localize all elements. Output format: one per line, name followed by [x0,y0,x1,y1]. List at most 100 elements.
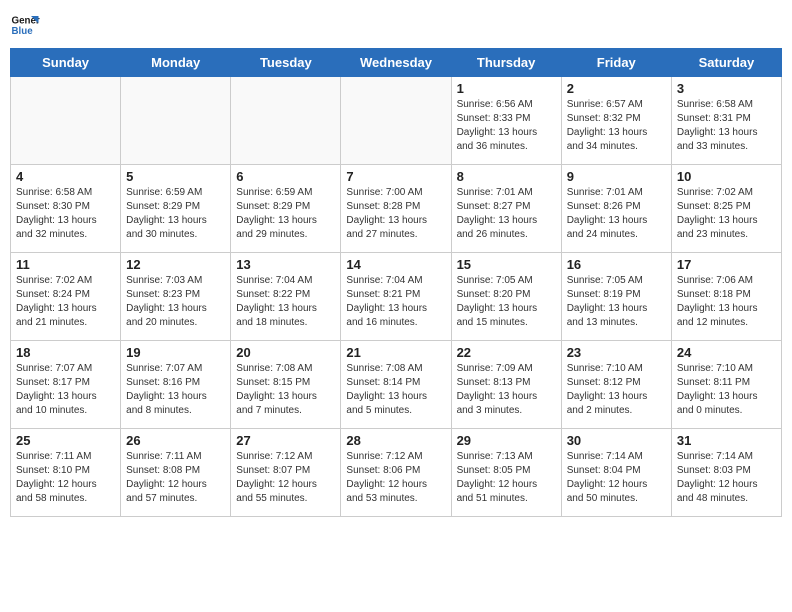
day-header-thursday: Thursday [451,49,561,77]
day-info: Sunrise: 6:57 AMSunset: 8:32 PMDaylight:… [567,98,666,154]
day-info: Sunrise: 7:07 AMSunset: 8:16 PMDaylight:… [126,362,225,418]
day-number: 9 [567,169,666,184]
day-number: 13 [236,257,335,272]
calendar-cell: 23 Sunrise: 7:10 AMSunset: 8:12 PMDayligh… [561,341,671,429]
day-info: Sunrise: 7:14 AMSunset: 8:03 PMDaylight:… [677,450,776,506]
calendar-cell: 9 Sunrise: 7:01 AMSunset: 8:26 PMDaylight… [561,165,671,253]
calendar-cell: 4 Sunrise: 6:58 AMSunset: 8:30 PMDaylight… [11,165,121,253]
day-info: Sunrise: 7:05 AMSunset: 8:20 PMDaylight:… [457,274,556,330]
day-info: Sunrise: 7:08 AMSunset: 8:15 PMDaylight:… [236,362,335,418]
calendar-week-5: 25 Sunrise: 7:11 AMSunset: 8:10 PMDayligh… [11,429,782,517]
day-number: 15 [457,257,556,272]
calendar-cell [121,77,231,165]
calendar-week-3: 11 Sunrise: 7:02 AMSunset: 8:24 PMDayligh… [11,253,782,341]
calendar-cell: 28 Sunrise: 7:12 AMSunset: 8:06 PMDayligh… [341,429,451,517]
day-number: 16 [567,257,666,272]
calendar-cell: 11 Sunrise: 7:02 AMSunset: 8:24 PMDayligh… [11,253,121,341]
page-header: General Blue [10,10,782,40]
logo-icon: General Blue [10,10,40,40]
day-info: Sunrise: 7:01 AMSunset: 8:27 PMDaylight:… [457,186,556,242]
calendar-cell: 30 Sunrise: 7:14 AMSunset: 8:04 PMDayligh… [561,429,671,517]
day-info: Sunrise: 7:13 AMSunset: 8:05 PMDaylight:… [457,450,556,506]
day-number: 7 [346,169,445,184]
day-number: 3 [677,81,776,96]
calendar-cell: 8 Sunrise: 7:01 AMSunset: 8:27 PMDaylight… [451,165,561,253]
calendar-cell [341,77,451,165]
day-info: Sunrise: 7:12 AMSunset: 8:07 PMDaylight:… [236,450,335,506]
day-info: Sunrise: 7:14 AMSunset: 8:04 PMDaylight:… [567,450,666,506]
day-number: 14 [346,257,445,272]
day-number: 25 [16,433,115,448]
day-number: 19 [126,345,225,360]
day-info: Sunrise: 7:02 AMSunset: 8:25 PMDaylight:… [677,186,776,242]
day-info: Sunrise: 6:59 AMSunset: 8:29 PMDaylight:… [126,186,225,242]
day-number: 5 [126,169,225,184]
calendar-week-2: 4 Sunrise: 6:58 AMSunset: 8:30 PMDaylight… [11,165,782,253]
calendar-week-4: 18Sunrise: 7:07 AMSunset: 8:17 PMDayligh… [11,341,782,429]
calendar-cell: 20Sunrise: 7:08 AMSunset: 8:15 PMDayligh… [231,341,341,429]
calendar-cell: 6 Sunrise: 6:59 AMSunset: 8:29 PMDaylight… [231,165,341,253]
day-number: 31 [677,433,776,448]
calendar-cell: 25 Sunrise: 7:11 AMSunset: 8:10 PMDayligh… [11,429,121,517]
day-info: Sunrise: 7:09 AMSunset: 8:13 PMDaylight:… [457,362,556,418]
calendar-cell: 3 Sunrise: 6:58 AMSunset: 8:31 PMDaylight… [671,77,781,165]
calendar-cell: 18Sunrise: 7:07 AMSunset: 8:17 PMDayligh… [11,341,121,429]
calendar-cell: 16Sunrise: 7:05 AMSunset: 8:19 PMDayligh… [561,253,671,341]
day-header-saturday: Saturday [671,49,781,77]
calendar-week-1: 1 Sunrise: 6:56 AMSunset: 8:33 PMDaylight… [11,77,782,165]
calendar-cell: 22 Sunrise: 7:09 AMSunset: 8:13 PMDayligh… [451,341,561,429]
day-info: Sunrise: 7:11 AMSunset: 8:10 PMDaylight:… [16,450,115,506]
day-number: 23 [567,345,666,360]
day-number: 29 [457,433,556,448]
day-number: 22 [457,345,556,360]
day-info: Sunrise: 7:12 AMSunset: 8:06 PMDaylight:… [346,450,445,506]
day-number: 10 [677,169,776,184]
day-number: 17 [677,257,776,272]
day-number: 1 [457,81,556,96]
day-number: 21 [346,345,445,360]
day-header-monday: Monday [121,49,231,77]
calendar-cell: 12Sunrise: 7:03 AMSunset: 8:23 PMDayligh… [121,253,231,341]
calendar-cell: 7Sunrise: 7:00 AMSunset: 8:28 PMDaylight… [341,165,451,253]
calendar-cell: 26 Sunrise: 7:11 AMSunset: 8:08 PMDayligh… [121,429,231,517]
day-number: 8 [457,169,556,184]
day-info: Sunrise: 7:11 AMSunset: 8:08 PMDaylight:… [126,450,225,506]
day-header-row: SundayMondayTuesdayWednesdayThursdayFrid… [11,49,782,77]
day-info: Sunrise: 7:01 AMSunset: 8:26 PMDaylight:… [567,186,666,242]
day-info: Sunrise: 6:58 AMSunset: 8:30 PMDaylight:… [16,186,115,242]
logo: General Blue [10,10,40,40]
calendar-cell: 2 Sunrise: 6:57 AMSunset: 8:32 PMDaylight… [561,77,671,165]
day-info: Sunrise: 7:10 AMSunset: 8:12 PMDaylight:… [567,362,666,418]
day-number: 11 [16,257,115,272]
day-number: 4 [16,169,115,184]
day-number: 6 [236,169,335,184]
day-number: 18 [16,345,115,360]
day-info: Sunrise: 7:02 AMSunset: 8:24 PMDaylight:… [16,274,115,330]
calendar-cell: 19 Sunrise: 7:07 AMSunset: 8:16 PMDayligh… [121,341,231,429]
calendar-cell: 1 Sunrise: 6:56 AMSunset: 8:33 PMDaylight… [451,77,561,165]
day-number: 27 [236,433,335,448]
day-number: 26 [126,433,225,448]
day-info: Sunrise: 6:56 AMSunset: 8:33 PMDaylight:… [457,98,556,154]
day-header-friday: Friday [561,49,671,77]
calendar-cell: 13 Sunrise: 7:04 AMSunset: 8:22 PMDayligh… [231,253,341,341]
day-info: Sunrise: 6:59 AMSunset: 8:29 PMDaylight:… [236,186,335,242]
day-info: Sunrise: 6:58 AMSunset: 8:31 PMDaylight:… [677,98,776,154]
calendar-cell: 5 Sunrise: 6:59 AMSunset: 8:29 PMDaylight… [121,165,231,253]
calendar-cell: 31 Sunrise: 7:14 AMSunset: 8:03 PMDayligh… [671,429,781,517]
calendar-cell: 15 Sunrise: 7:05 AMSunset: 8:20 PMDayligh… [451,253,561,341]
day-info: Sunrise: 7:08 AMSunset: 8:14 PMDaylight:… [346,362,445,418]
day-info: Sunrise: 7:04 AMSunset: 8:22 PMDaylight:… [236,274,335,330]
calendar-table: SundayMondayTuesdayWednesdayThursdayFrid… [10,48,782,517]
svg-text:Blue: Blue [12,26,34,37]
day-number: 2 [567,81,666,96]
calendar-cell: 24Sunrise: 7:10 AMSunset: 8:11 PMDayligh… [671,341,781,429]
calendar-cell: 10 Sunrise: 7:02 AMSunset: 8:25 PMDayligh… [671,165,781,253]
calendar-cell: 29 Sunrise: 7:13 AMSunset: 8:05 PMDayligh… [451,429,561,517]
day-info: Sunrise: 7:03 AMSunset: 8:23 PMDaylight:… [126,274,225,330]
day-number: 24 [677,345,776,360]
calendar-cell [11,77,121,165]
day-number: 28 [346,433,445,448]
day-info: Sunrise: 7:04 AMSunset: 8:21 PMDaylight:… [346,274,445,330]
day-number: 30 [567,433,666,448]
